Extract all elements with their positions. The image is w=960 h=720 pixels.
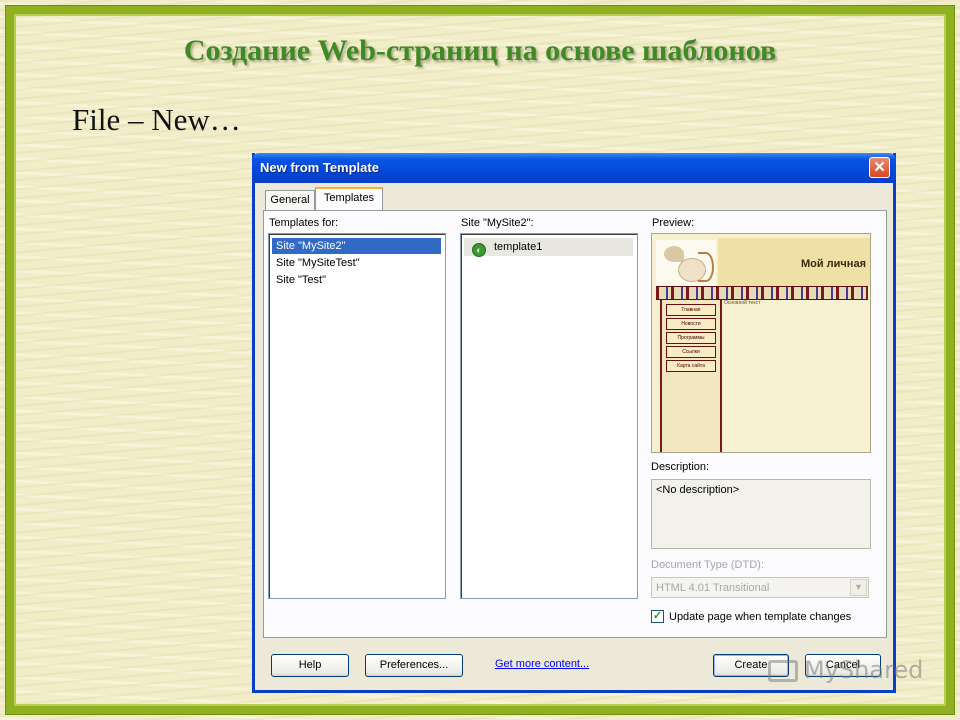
update-page-label[interactable]: Update page when template changes [669, 611, 851, 623]
preview-header: Мой личная [718, 238, 870, 286]
get-more-content-link[interactable]: Get more content... [495, 658, 589, 670]
preview-nav-button: Карта сайта [666, 360, 716, 372]
preview-main-text: Основной текст [724, 300, 761, 306]
new-from-template-dialog: New from Template ✕ General Templates Te… [252, 153, 896, 693]
list-item[interactable]: ◐ template1 [464, 238, 633, 257]
chevron-down-icon[interactable]: ▼ [850, 579, 867, 596]
help-button[interactable]: Help [271, 654, 349, 677]
doctype-value: HTML 4.01 Transitional [656, 582, 770, 594]
tab-general[interactable]: General [265, 190, 315, 210]
list-item[interactable]: Site "MySite2" [272, 238, 441, 254]
slide-title: Создание Web-страниц на основе шаблонов [183, 34, 777, 67]
template-preview: Мой личная Главная Новости Программы Ссы… [651, 233, 871, 453]
preview-nav-button: Главная [666, 304, 716, 316]
list-item[interactable]: Site "Test" [272, 272, 441, 288]
preview-header-text: Мой личная [800, 258, 866, 270]
doctype-label: Document Type (DTD): [651, 559, 764, 571]
preview-nav-button: Ссылки [666, 346, 716, 358]
list-item[interactable]: Site "MySiteTest" [272, 255, 441, 271]
update-page-checkbox[interactable]: ✓ [651, 610, 664, 623]
preview-main: Основной текст [722, 300, 868, 452]
preview-nav-button: Новости [666, 318, 716, 330]
site-templates-label: Site "MySite2": [461, 217, 534, 229]
doctype-select[interactable]: HTML 4.01 Transitional ▼ [651, 577, 869, 598]
templates-for-label: Templates for: [269, 217, 339, 229]
description-label: Description: [651, 461, 710, 473]
template-file-icon: ◐ [472, 243, 486, 257]
preview-ornament-border [656, 286, 868, 300]
dialog-title: New from Template [260, 160, 379, 175]
description-box: <No description> [651, 479, 871, 549]
description-value: <No description> [656, 484, 740, 496]
preview-nav-button: Программы [666, 332, 716, 344]
watermark: MyShared [804, 656, 924, 684]
slide-subtitle: File – New… [72, 102, 241, 137]
templates-listbox[interactable]: ◐ template1 [460, 233, 638, 599]
cupid-image [656, 240, 716, 286]
dialog-titlebar[interactable]: New from Template ✕ [252, 153, 896, 183]
watermark-icon [768, 660, 798, 682]
preferences-button[interactable]: Preferences... [365, 654, 463, 677]
close-icon[interactable]: ✕ [869, 157, 890, 178]
sites-listbox[interactable]: Site "MySite2" Site "MySiteTest" Site "T… [268, 233, 446, 599]
preview-label: Preview: [652, 217, 695, 229]
preview-sidebar: Главная Новости Программы Ссылки Карта с… [660, 300, 722, 452]
template-name: template1 [494, 241, 543, 253]
tab-templates[interactable]: Templates [315, 187, 383, 210]
